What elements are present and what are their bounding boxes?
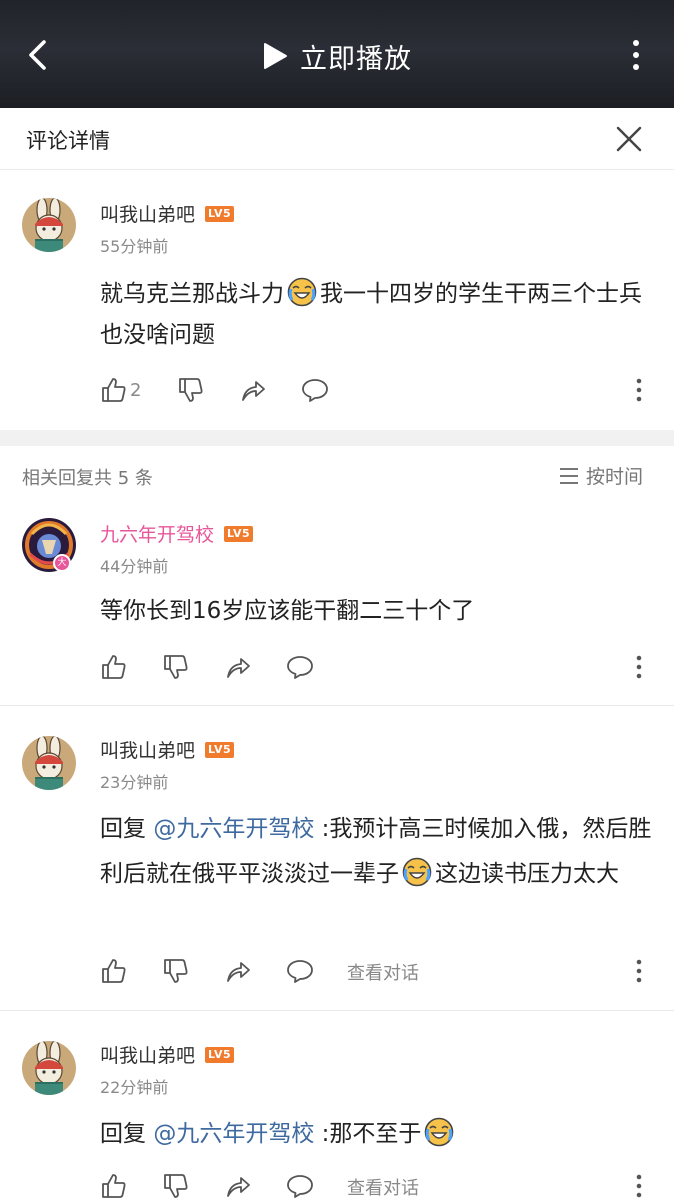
reply-button[interactable] [286,956,314,986]
comment-actions: 查看对话 [100,956,652,986]
replies-count: 相关回复共 5 条 [22,468,153,489]
comment-time: 44分钟前 [100,557,169,576]
avatar[interactable] [22,198,76,252]
share-icon [224,1172,252,1200]
reply-button[interactable] [286,1171,314,1200]
reply-item: 叫我山弟吧 LV5 23分钟前 回复 @九六年开驾校 :我预计高三时候加入俄，然… [0,706,674,1010]
thumbs-up-icon [100,376,128,404]
comment-icon [301,376,329,404]
comment-detail-header: 评论详情 [0,108,674,170]
share-button[interactable] [224,956,252,986]
more-options-icon[interactable] [632,1171,646,1200]
replies-header: 相关回复共 5 条 按时间 [0,446,674,504]
like-button[interactable] [100,1171,128,1200]
more-vertical-icon[interactable] [624,38,648,72]
reply-button[interactable] [301,375,329,405]
close-icon[interactable] [612,122,646,156]
video-top-bar: 立即播放 [0,0,674,108]
thumbs-down-icon [162,957,190,985]
thumbs-up-icon [100,653,128,681]
view-conversation-link[interactable]: 查看对话 [347,1174,419,1200]
like-button[interactable] [100,956,128,986]
like-button[interactable] [100,652,128,682]
dislike-button[interactable] [177,375,205,405]
avatar[interactable] [22,736,76,790]
level-badge: LV5 [205,741,235,758]
username[interactable]: 叫我山弟吧 [100,200,195,227]
play-now-label: 立即播放 [300,43,412,75]
comment-actions: 查看对话 [100,1171,652,1200]
share-icon [224,653,252,681]
more-options-icon[interactable] [632,375,646,405]
comment-text-part: 这边读书压力太大 [435,861,619,887]
username[interactable]: 九六年开驾校 [100,520,214,547]
thumbs-down-icon [162,653,190,681]
comment-text: 回复 @九六年开驾校 :那不至于 [100,1114,652,1155]
mention-link[interactable]: @九六年开驾校 [153,1121,314,1147]
dislike-button[interactable] [162,1171,190,1200]
comment-time: 23分钟前 [100,773,169,792]
thumbs-up-icon [100,1172,128,1200]
reply-item: 叫我山弟吧 LV5 22分钟前 回复 @九六年开驾校 :那不至于 查看对话 [0,1011,674,1200]
more-options-icon[interactable] [632,956,646,986]
thumbs-up-icon [100,957,128,985]
reply-prefix: 回复 [100,1121,146,1147]
vip-badge: 大 [53,554,71,572]
level-badge: LV5 [205,205,235,222]
level-badge: LV5 [224,525,254,542]
play-icon [264,43,287,69]
share-button[interactable] [224,652,252,682]
sort-label: 按时间 [586,466,644,488]
thumbs-down-icon [162,1172,190,1200]
share-icon [239,376,267,404]
reply-prefix: 回复 [100,816,146,842]
comment-icon [286,1172,314,1200]
like-count: 2 [130,379,142,401]
panel-title: 评论详情 [26,129,110,153]
username[interactable]: 叫我山弟吧 [100,736,195,763]
comment-time: 22分钟前 [100,1078,169,1097]
avatar[interactable] [22,1041,76,1095]
dislike-button[interactable] [162,652,190,682]
comment-actions [100,652,652,682]
comment-icon [286,957,314,985]
main-comment: 叫我山弟吧 LV5 55分钟前 就乌克兰那战斗力 我一十四岁的学生干两三个士兵也没… [0,170,674,430]
more-options-icon[interactable] [632,652,646,682]
like-button[interactable]: 2 [100,375,141,405]
view-conversation-link[interactable]: 查看对话 [347,959,419,985]
reply-button[interactable] [286,652,314,682]
comment-time: 55分钟前 [100,237,169,256]
share-icon [224,957,252,985]
comment-text-part: 就乌克兰那战斗力 [100,281,284,307]
mention-link[interactable]: @九六年开驾校 [153,816,314,842]
level-badge: LV5 [205,1046,235,1063]
share-button[interactable] [224,1171,252,1200]
comment-text-part: :那不至于 [321,1121,422,1147]
crying-laughing-emoji [402,857,432,887]
share-button[interactable] [239,375,267,405]
play-now-button[interactable]: 立即播放 [262,36,412,76]
back-arrow-icon[interactable] [22,36,56,74]
thumbs-down-icon [177,376,205,404]
comment-text: 回复 @九六年开驾校 :我预计高三时候加入俄，然后胜利后就在俄平平淡淡过一辈子这… [100,807,652,897]
comment-actions: 2 [100,375,652,405]
sort-by-time-button[interactable]: 按时间 [558,462,643,489]
crying-laughing-emoji [424,1117,454,1147]
comment-text: 等你长到16岁应该能干翻二三十个了 [100,598,475,624]
crying-laughing-emoji [287,277,317,307]
sort-list-icon [560,467,578,484]
username[interactable]: 叫我山弟吧 [100,1041,195,1068]
comment-icon [286,653,314,681]
comment-text: 就乌克兰那战斗力 我一十四岁的学生干两三个士兵也没啥问题 [100,274,652,356]
dislike-button[interactable] [162,956,190,986]
section-separator [0,430,674,446]
reply-item: 大 九六年开驾校 LV5 44分钟前 等你长到16岁应该能干翻二三十个了 [0,504,674,704]
